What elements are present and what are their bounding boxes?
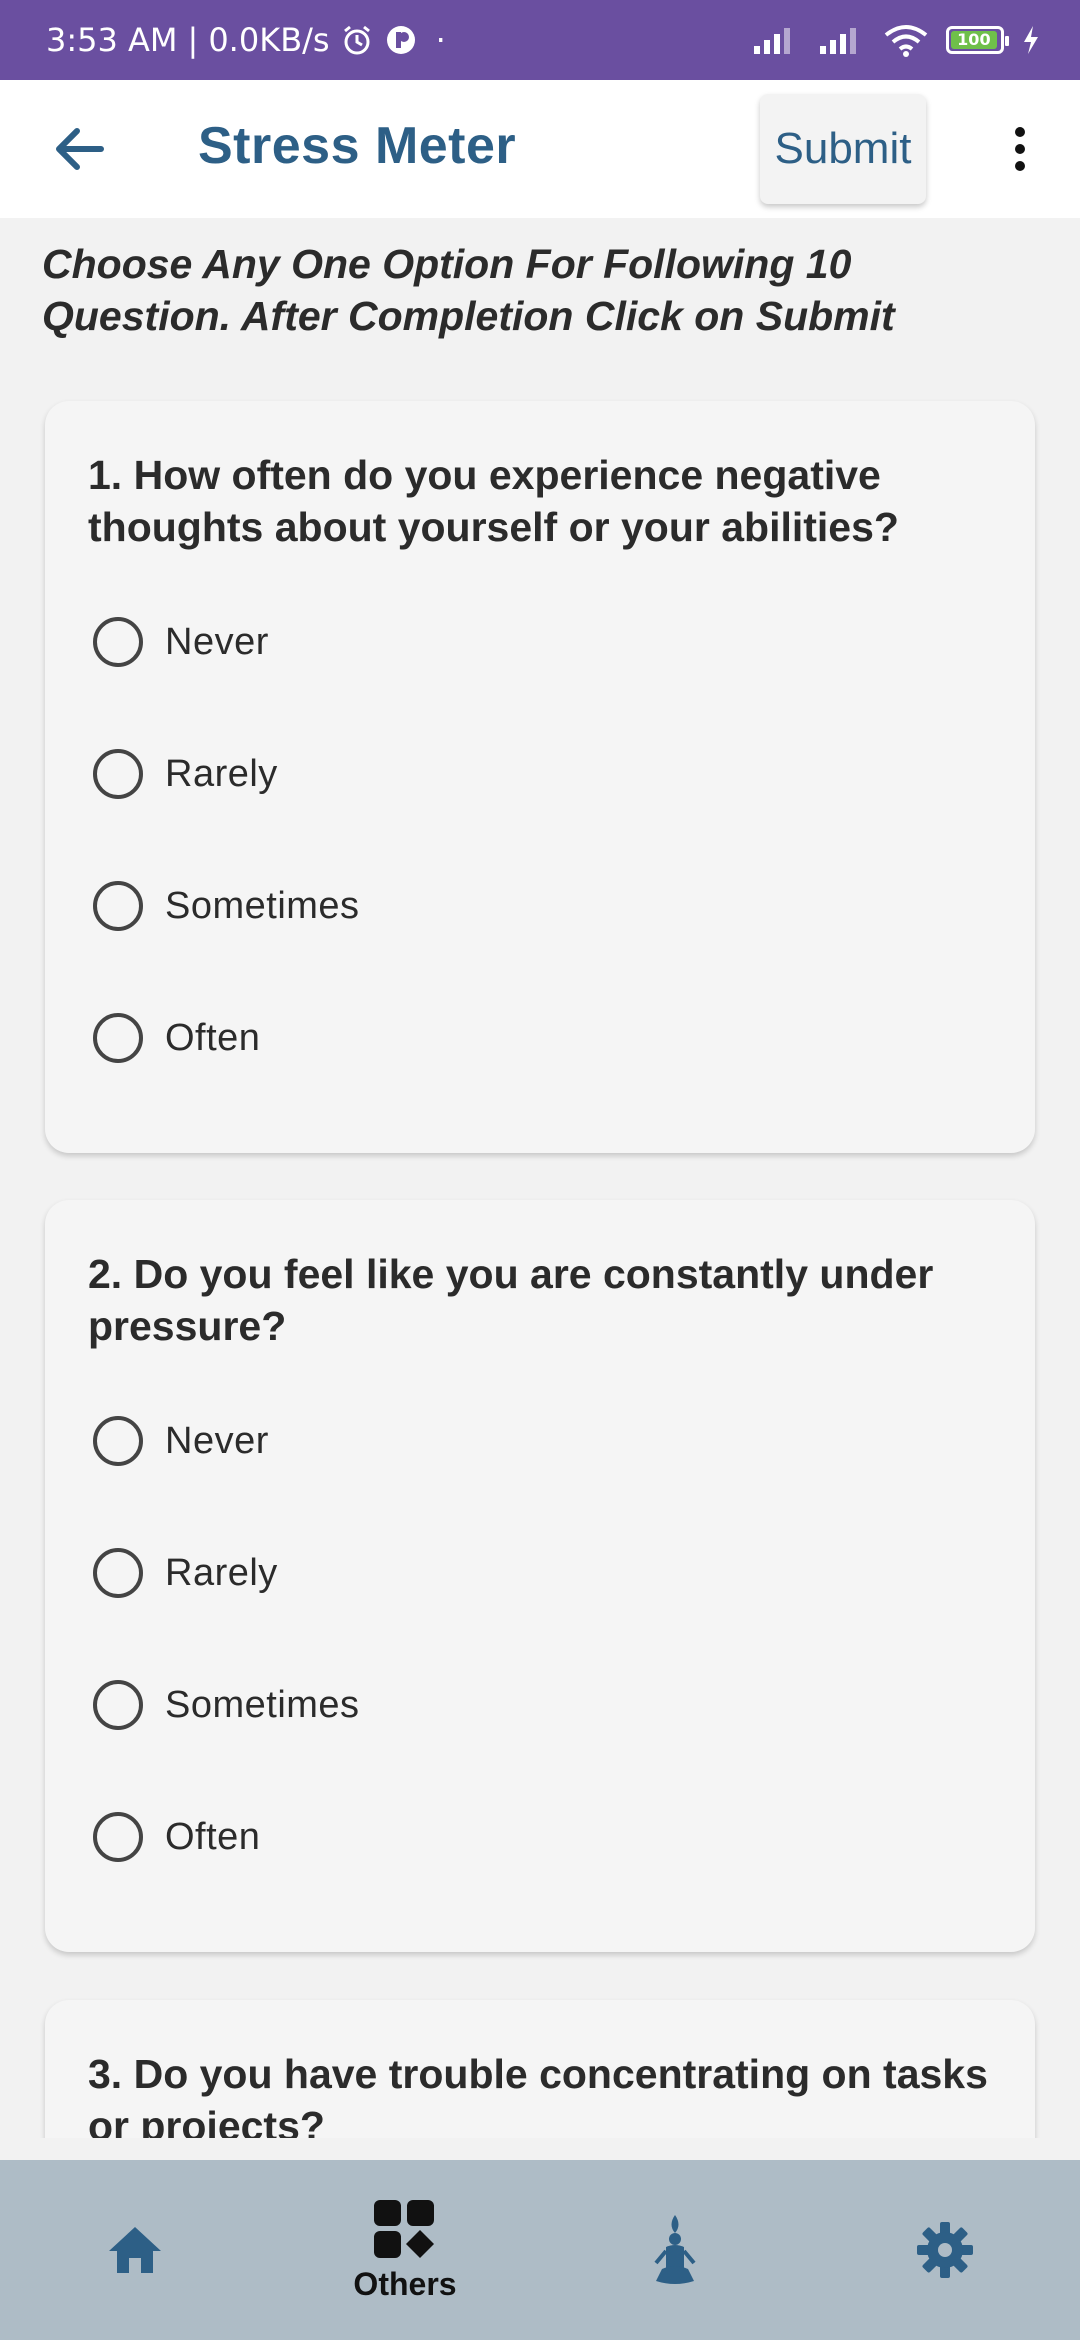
radio-button[interactable]: [93, 1680, 143, 1730]
meditation-icon: [654, 2215, 696, 2284]
page-title: Stress Meter: [198, 117, 517, 175]
option-label: Never: [165, 1419, 269, 1462]
home-icon: [109, 2227, 161, 2273]
question-card-1: 1. How often do you experience negative …: [45, 401, 1035, 1153]
question-card-2: 2. Do you feel like you are constantly u…: [45, 1200, 1035, 1952]
more-dot: [1015, 127, 1025, 137]
radio-button[interactable]: [93, 749, 143, 799]
submit-button[interactable]: Submit: [760, 94, 926, 204]
radio-button[interactable]: [93, 1013, 143, 1063]
more-dot: [1015, 144, 1025, 154]
question-text: 3. Do you have trouble concentrating on …: [88, 2051, 988, 2138]
radio-button[interactable]: [93, 1548, 143, 1598]
radio-button[interactable]: [93, 1416, 143, 1466]
back-arrow-icon: [56, 128, 104, 170]
bottom-navigation: Others: [0, 2160, 1080, 2340]
option-label: Often: [165, 1016, 261, 1059]
option-label: Never: [165, 620, 269, 663]
option-label: Rarely: [165, 1551, 278, 1594]
gear-icon: [917, 2222, 973, 2278]
option-label: Sometimes: [165, 1683, 360, 1726]
instructions-text: Choose Any One Option For Following 10 Q…: [42, 241, 895, 339]
alarm-icon: [340, 23, 374, 57]
signal-icon: [818, 24, 866, 56]
radio-button[interactable]: [93, 881, 143, 931]
nav-label-others: Others: [353, 2265, 457, 2302]
app-notification-icon: [384, 23, 418, 57]
nav-item-settings[interactable]: [845, 2160, 1045, 2340]
option-never[interactable]: Never: [93, 1401, 693, 1481]
status-separator: |: [187, 21, 199, 59]
question-list[interactable]: Choose Any One Option For Following 10 Q…: [0, 218, 1080, 2138]
charging-icon: [1022, 25, 1040, 55]
option-often[interactable]: Often: [93, 1797, 693, 1877]
option-label: Often: [165, 1815, 261, 1858]
more-dot: [1015, 161, 1025, 171]
nav-item-home[interactable]: [35, 2160, 235, 2340]
option-rarely[interactable]: Rarely: [93, 734, 693, 814]
app-bar: Stress Meter Submit: [0, 80, 1080, 218]
back-button[interactable]: [40, 110, 118, 188]
option-label: Rarely: [165, 752, 278, 795]
option-never[interactable]: Never: [93, 602, 693, 682]
question-text: 2. Do you feel like you are constantly u…: [88, 1251, 934, 1349]
question-text: 1. How often do you experience negative …: [88, 452, 899, 550]
question-card-3: 3. Do you have trouble concentrating on …: [45, 2000, 1035, 2138]
status-left: 3:53 AM | 0.0KB/s ·: [46, 0, 446, 80]
option-rarely[interactable]: Rarely: [93, 1533, 693, 1613]
status-dot: ·: [435, 21, 446, 59]
option-label: Sometimes: [165, 884, 360, 927]
nav-item-others[interactable]: Others: [305, 2160, 505, 2340]
status-bar: 3:53 AM | 0.0KB/s · 100: [0, 0, 1080, 80]
option-sometimes[interactable]: Sometimes: [93, 1665, 693, 1745]
more-options-icon[interactable]: [990, 114, 1050, 184]
battery-level: 100: [951, 31, 997, 49]
battery-icon: 100: [946, 26, 1009, 54]
option-sometimes[interactable]: Sometimes: [93, 866, 693, 946]
signal-icon: [752, 24, 800, 56]
option-often[interactable]: Often: [93, 998, 693, 1078]
grid-icon: [374, 2199, 434, 2258]
status-time: 3:53 AM: [46, 21, 178, 59]
radio-button[interactable]: [93, 617, 143, 667]
radio-button[interactable]: [93, 1812, 143, 1862]
status-speed: 0.0KB/s: [208, 21, 330, 59]
nav-item-meditation[interactable]: [575, 2160, 775, 2340]
status-right: 100: [752, 0, 1040, 80]
wifi-icon: [884, 23, 928, 57]
